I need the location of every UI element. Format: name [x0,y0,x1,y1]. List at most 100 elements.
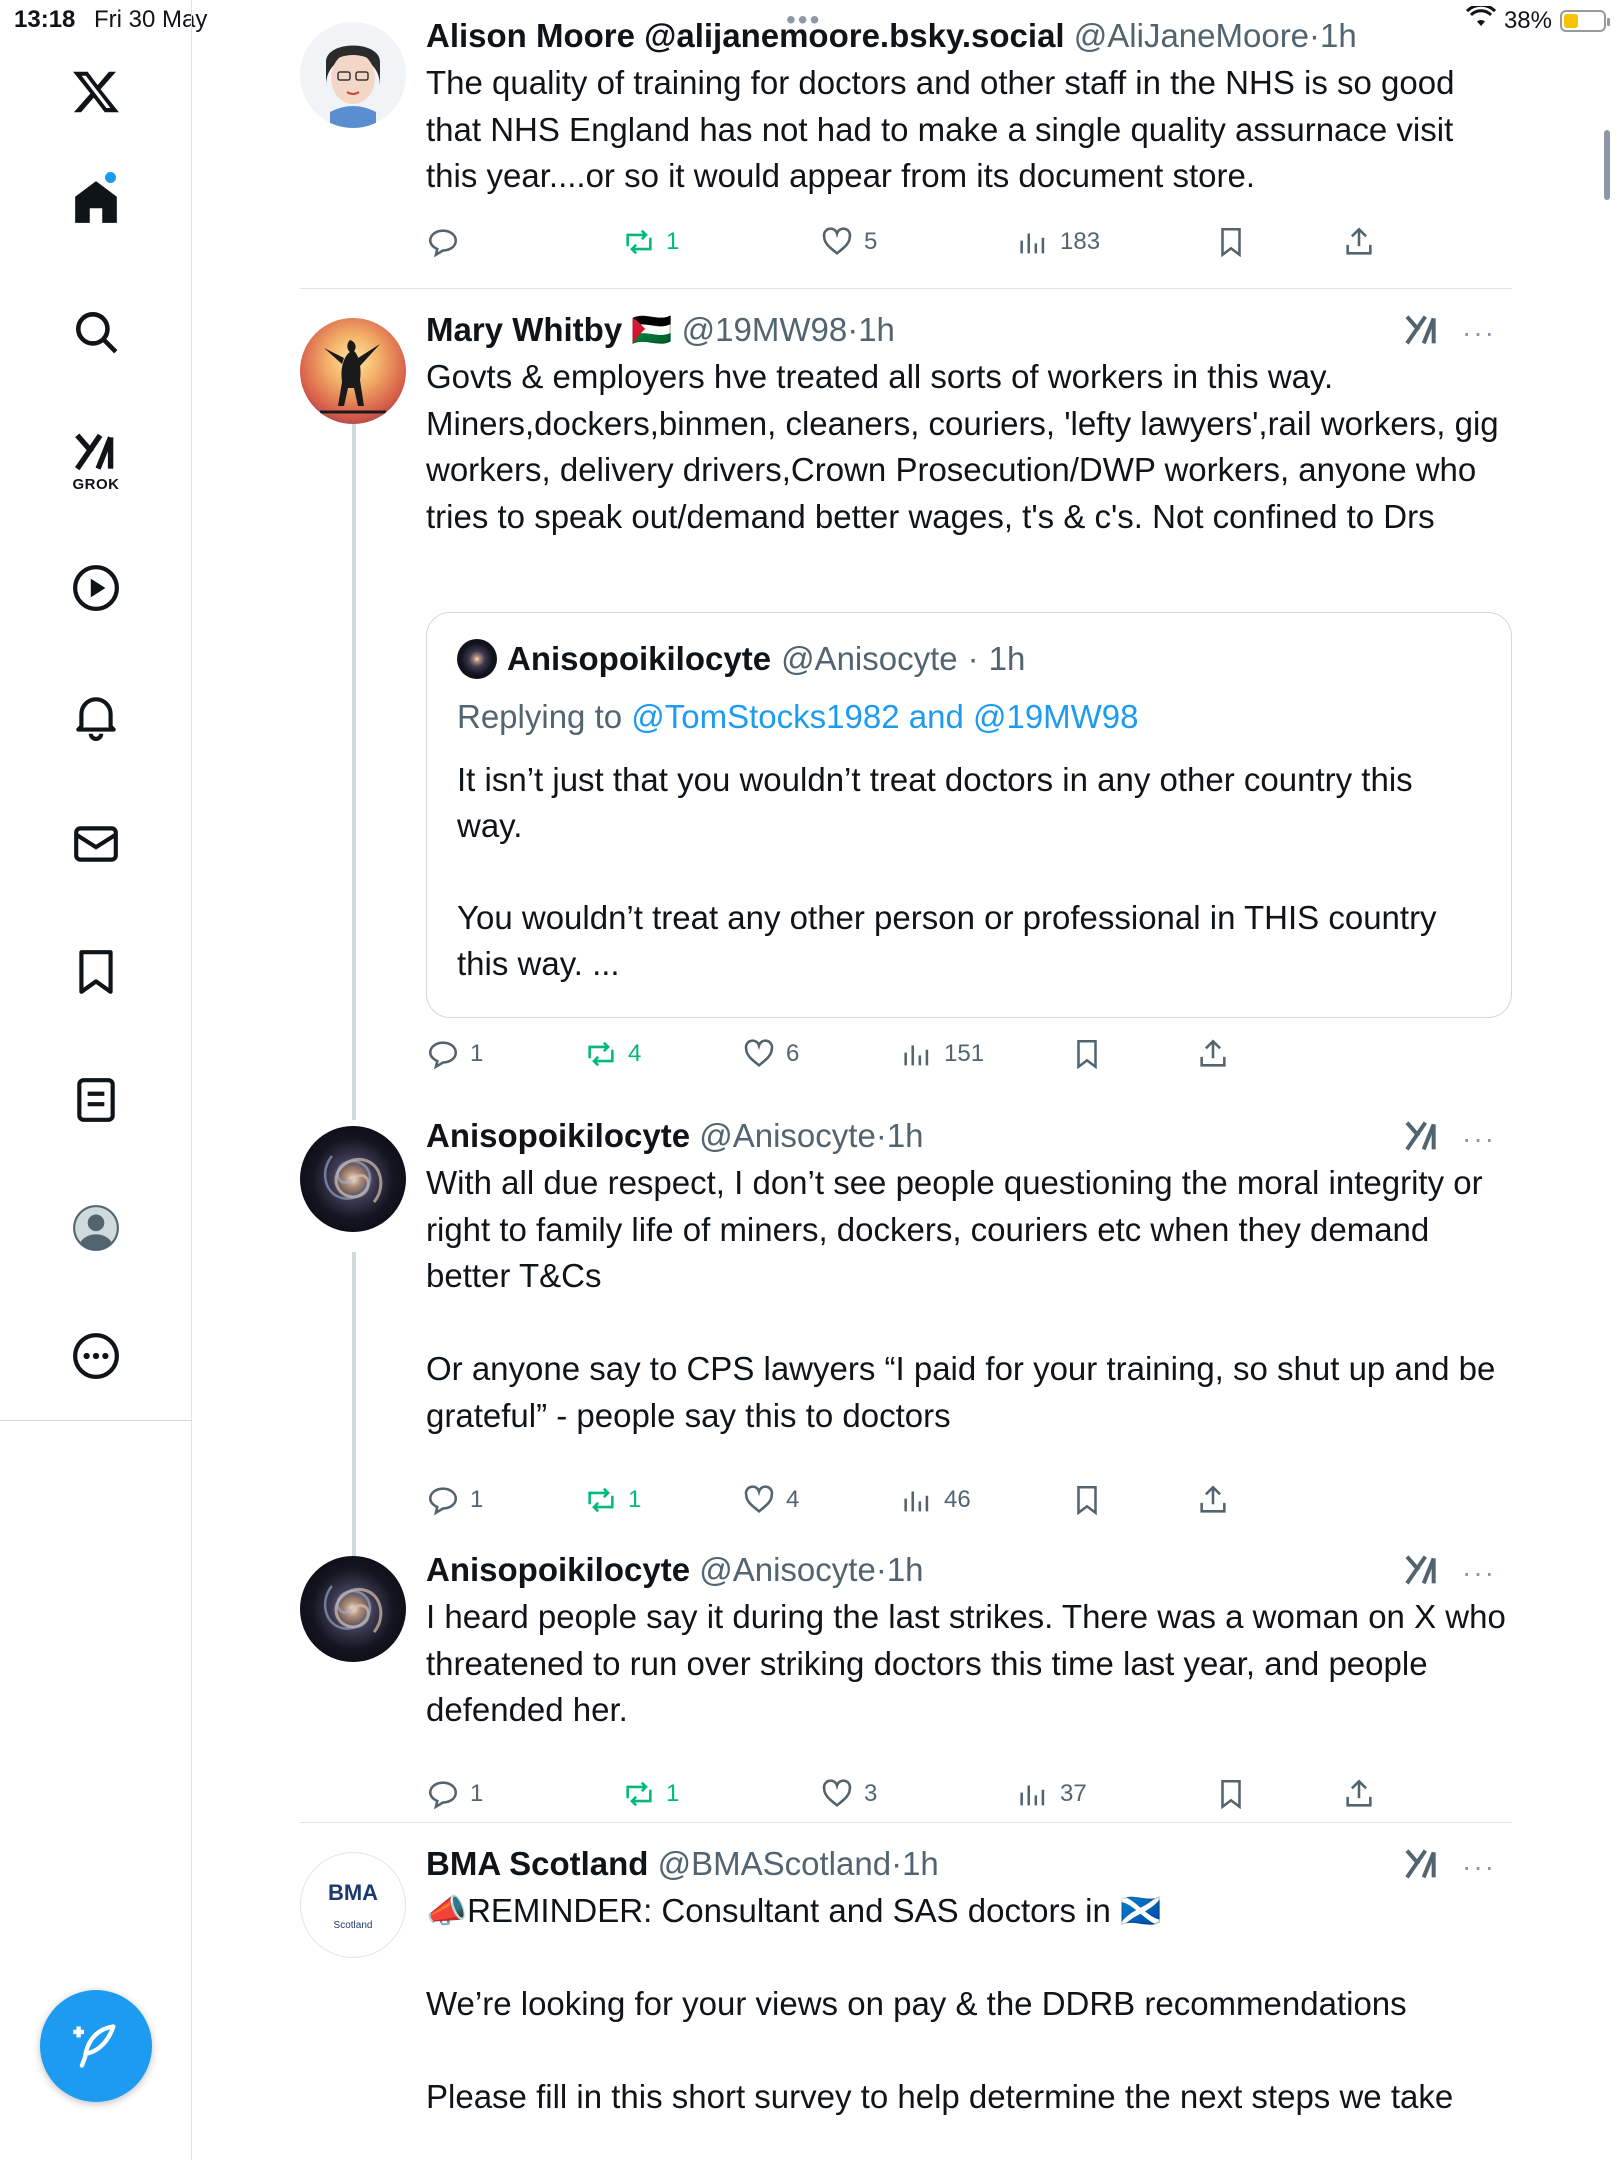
post-header: Mary Whitby 🇵🇸 @19MW98·1h [426,311,895,348]
profile-icon[interactable] [60,1192,132,1264]
repost-button[interactable]: 1 [584,1478,641,1522]
bookmark-button[interactable] [1070,1478,1104,1522]
bookmark-icon [1221,227,1241,258]
post-text: Govts & employers hve treated all sorts … [426,358,1499,535]
views-icon [904,1045,929,1066]
post-time[interactable]: 1h [902,1845,939,1882]
reply-button[interactable]: 1 [426,1478,483,1522]
more-options-icon[interactable]: ··· [1462,1851,1496,1883]
grok-icon[interactable] [1402,1844,1442,1889]
author-name[interactable]: Anisopoikilocyte [426,1117,690,1154]
list-icon[interactable] [60,1064,132,1136]
post[interactable]: Alison Moore @alijanemoore.bsky.social @… [300,16,1510,266]
share-button[interactable] [1196,1478,1230,1522]
views-button[interactable]: 46 [900,1478,971,1522]
post-header: BMA Scotland @BMAScotland·1h [426,1845,939,1882]
repost-button[interactable]: 1 [622,220,679,264]
post-time[interactable]: 1h [887,1117,924,1154]
mail-icon[interactable] [60,808,132,880]
post-separator [300,1822,1512,1823]
post-top-right: ··· [1402,1844,1496,1889]
scrollbar[interactable] [1604,130,1610,200]
share-button[interactable] [1342,220,1376,264]
share-icon [1346,227,1372,255]
post-time[interactable]: 1h [858,311,895,348]
bookmark-button[interactable] [1214,1772,1248,1816]
avatar [457,639,497,679]
post-actions: 1 1 4 46 [426,1478,1246,1522]
grok-icon[interactable] [1402,1116,1442,1161]
repost-button[interactable]: 4 [584,1032,641,1076]
author-name[interactable]: BMA Scotland [426,1845,648,1882]
share-button[interactable] [1342,1772,1376,1816]
post-text: The quality of training for doctors and … [426,64,1455,194]
grok-icon[interactable]: GROK [60,424,132,496]
bookmark-button[interactable] [1070,1032,1104,1076]
share-button[interactable] [1196,1032,1230,1076]
x-logo-icon[interactable] [60,56,132,128]
views-icon [1020,1785,1045,1806]
grok-icon[interactable] [1402,310,1442,355]
author-name[interactable]: Mary Whitby [426,311,622,348]
post-actions: 1 1 3 37 [426,1772,1510,1816]
author-handle[interactable]: @AliJaneMoore [1074,17,1309,54]
views-button[interactable]: 37 [1016,1772,1087,1816]
bookmark-icon [1221,1779,1241,1810]
author-handle[interactable]: @Anisocyte [699,1551,876,1588]
more-options-icon[interactable]: ··· [1462,1123,1496,1155]
more-icon[interactable] [60,1320,132,1392]
views-icon [904,1491,929,1512]
author-name[interactable]: Alison Moore @alijanemoore.bsky.social [426,17,1065,54]
bell-icon[interactable] [60,680,132,752]
like-button[interactable]: 3 [820,1772,877,1816]
post-top-right: ··· [1402,1116,1496,1161]
post-actions: 1 4 6 151 [426,1032,1246,1076]
post-time[interactable]: 1h [887,1551,924,1588]
reply-button[interactable] [426,220,470,264]
avatar[interactable] [300,1556,406,1662]
avatar[interactable] [300,1126,406,1232]
play-icon[interactable] [60,552,132,624]
post[interactable]: Mary Whitby 🇵🇸 @19MW98·1h Govts & employ… [300,310,1512,1090]
more-options-icon[interactable]: ··· [1462,1557,1496,1589]
author-handle[interactable]: @Anisocyte [699,1117,876,1154]
bookmark-icon[interactable] [60,936,132,1008]
reply-icon [428,1781,458,1810]
post[interactable]: Anisopoikilocyte @Anisocyte·1h With all … [300,1116,1510,1516]
search-icon[interactable] [60,296,132,368]
quote-header: Anisopoikilocyte @Anisocyte · 1h [457,639,1481,679]
post-time[interactable]: 1h [1320,17,1357,54]
post-text: I heard people say it during the last st… [426,1598,1506,1728]
reply-button[interactable]: 1 [426,1032,483,1076]
views-button[interactable]: 183 [1016,220,1100,264]
post-text: 📣REMINDER: Consultant and SAS doctors in… [426,1892,1454,2115]
heart-icon [822,227,852,255]
views-button[interactable]: 151 [900,1032,984,1076]
like-button[interactable]: 5 [820,220,877,264]
more-options-icon[interactable]: ··· [1462,317,1496,349]
compose-button[interactable] [40,1990,152,2102]
author-handle[interactable]: @19MW98 [682,311,848,348]
sidebar-divider [0,1420,192,1421]
reply-button[interactable]: 1 [426,1772,483,1816]
avatar[interactable] [300,318,406,424]
post-actions: 1 5 183 [426,220,1510,264]
quote-author-name: Anisopoikilocyte [507,640,772,677]
author-name[interactable]: Anisopoikilocyte [426,1551,690,1588]
grok-icon[interactable] [1402,1550,1442,1595]
like-button[interactable]: 6 [742,1032,799,1076]
like-button[interactable]: 4 [742,1478,799,1522]
post[interactable]: Anisopoikilocyte @Anisocyte·1h I heard p… [300,1550,1510,1810]
avatar[interactable] [300,22,406,128]
repost-button[interactable]: 1 [622,1772,679,1816]
bookmark-button[interactable] [1214,220,1248,264]
replying-to-link[interactable]: @TomStocks1982 and @19MW98 [631,698,1138,735]
share-icon [1346,1779,1372,1807]
heart-icon [822,1779,852,1807]
quoted-post[interactable]: Anisopoikilocyte @Anisocyte · 1h Replying … [426,612,1512,1018]
author-handle[interactable]: @BMAScotland [658,1845,891,1882]
avatar[interactable]: BMA Scotland [300,1852,406,1958]
post[interactable]: BMA Scotland BMA Scotland @BMAScotland·1… [300,1844,1510,2160]
reply-icon [428,1041,458,1070]
home-icon[interactable] [60,166,132,238]
